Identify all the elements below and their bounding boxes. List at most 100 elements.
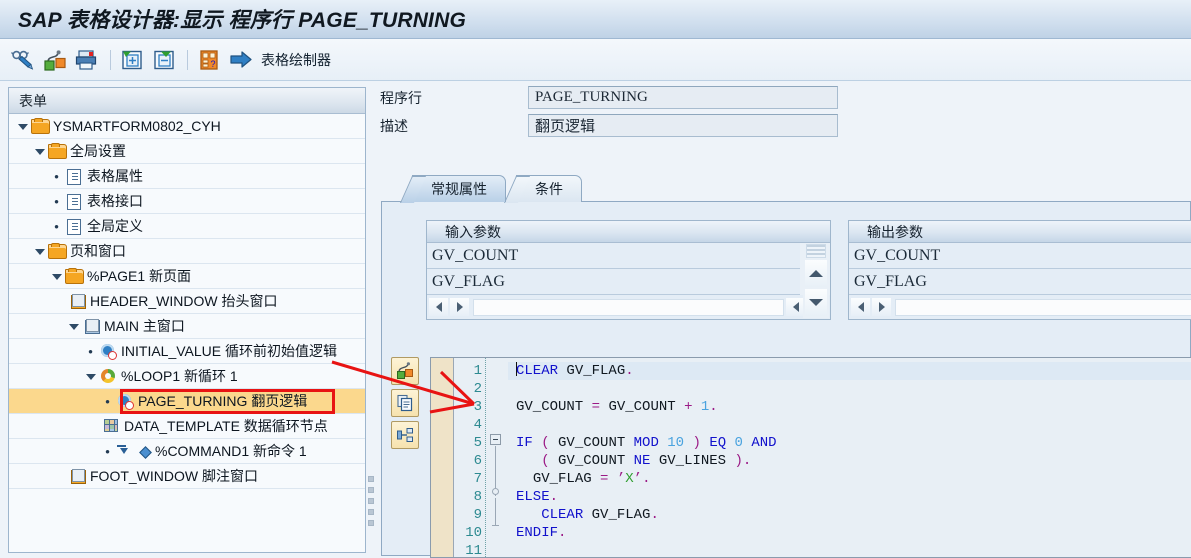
description-field[interactable]: 翻页逻辑 (528, 114, 838, 137)
toolbar-separator-2 (187, 49, 188, 70)
code-line[interactable]: CLEAR GV_FLAG. (508, 362, 1191, 380)
node-attributes-icon[interactable] (40, 45, 70, 75)
pretty-printer-icon[interactable] (391, 421, 419, 449)
input-parameters-hscroll[interactable] (427, 295, 830, 319)
editor-code-area[interactable]: CLEAR GV_FLAG. GV_COUNT = GV_COUNT + 1. … (508, 358, 1191, 557)
command-node-icon (138, 445, 151, 458)
display-change-icon[interactable] (8, 45, 38, 75)
code-line[interactable]: ENDIF. (508, 524, 1191, 542)
program-lines-row: 程序行 PAGE_TURNING (376, 85, 1191, 110)
abap-code-editor[interactable]: 1 2 3 4 5 6 7 8 9 10 11 CLEAR GV_FLAG. GV_COUNT = … (430, 357, 1191, 558)
tab-conditions[interactable]: 条件 (516, 175, 582, 202)
tree-item[interactable]: HEADER_WINDOW 抬头窗口 (9, 289, 365, 314)
chevron-down-icon[interactable] (17, 121, 28, 132)
form-painter-arrow-icon[interactable] (226, 45, 256, 75)
vscroll-grip[interactable] (806, 244, 826, 258)
code-line[interactable] (508, 416, 1191, 434)
tree-item-label: INITIAL_VALUE 循环前初始值逻辑 (121, 343, 338, 359)
folder-icon (65, 267, 84, 284)
leaf-bullet-icon[interactable]: • (51, 170, 62, 183)
hscroll-track[interactable] (895, 298, 1191, 316)
code-line[interactable] (508, 380, 1191, 398)
tree-item[interactable]: YSMARTFORM0802_CYH (9, 114, 365, 139)
tree-item-label: 全局设置 (70, 143, 126, 159)
form-painter-button[interactable]: 表格绘制器 (261, 50, 331, 70)
scroll-up-button[interactable] (805, 260, 827, 287)
input-parameter-row[interactable]: GV_COUNT (427, 243, 800, 269)
tree-item[interactable]: %PAGE1 新页面 (9, 264, 365, 289)
tree-item[interactable]: 页和窗口 (9, 239, 365, 264)
code-line[interactable]: GV_FLAG = ’X’. (508, 470, 1191, 488)
window-icon (68, 468, 86, 484)
tree-item[interactable]: DATA_TEMPLATE 数据循环节点 (9, 414, 365, 439)
fold-toggle-icon[interactable] (490, 434, 501, 445)
chevron-down-icon[interactable] (34, 146, 45, 157)
tree-item[interactable]: FOOT_WINDOW 脚注窗口 (9, 464, 365, 489)
line-number: 2 (473, 381, 482, 397)
line-number: 6 (473, 453, 482, 469)
description-row: 描述 翻页逻辑 (376, 113, 1191, 138)
program-lines-name-field[interactable]: PAGE_TURNING (528, 86, 838, 109)
code-line[interactable]: CLEAR GV_FLAG. (508, 506, 1191, 524)
chevron-down-icon[interactable] (51, 271, 62, 282)
code-line[interactable]: IF ( GV_COUNT MOD 10 ) EQ 0 AND (508, 434, 1191, 452)
chevron-down-icon[interactable] (34, 246, 45, 257)
tree-item[interactable]: • INITIAL_VALUE 循环前初始值逻辑 (9, 339, 365, 364)
tree-item-label: 页和窗口 (70, 243, 126, 259)
leaf-bullet-icon[interactable]: • (102, 395, 113, 408)
input-parameter-row[interactable]: GV_FLAG (427, 269, 800, 295)
tree-item[interactable]: • %COMMAND1 新命令 1 (9, 439, 365, 464)
command-arrow-icon (116, 444, 133, 459)
tree-item[interactable]: • 表格接口 (9, 189, 365, 214)
copy-icon[interactable] (391, 389, 419, 417)
node-details-panel: 程序行 PAGE_TURNING 描述 翻页逻辑 常规属性 条件 输入参数 GV… (376, 85, 1191, 558)
hscroll-track[interactable] (473, 298, 784, 316)
leaf-bullet-icon[interactable]: • (102, 445, 113, 458)
pattern-icon[interactable] (391, 357, 419, 385)
panel-splitter-handle[interactable] (368, 476, 376, 528)
tree-item[interactable]: • 表格属性 (9, 164, 365, 189)
editor-fold-column[interactable] (486, 358, 508, 557)
tree-item[interactable]: MAIN 主窗口 (9, 314, 365, 339)
line-number: 3 (473, 399, 482, 415)
code-line[interactable]: GV_COUNT = GV_COUNT + 1. (508, 398, 1191, 416)
tree-item[interactable]: 全局设置 (9, 139, 365, 164)
create-node-icon[interactable] (117, 45, 147, 75)
leaf-bullet-icon[interactable]: • (51, 220, 62, 233)
tree-header: 表单 (9, 88, 365, 114)
tab-general-attributes-label: 常规属性 (431, 181, 487, 197)
scroll-right-button[interactable] (872, 298, 891, 316)
code-line[interactable] (508, 542, 1191, 557)
scroll-left-button[interactable] (429, 298, 448, 316)
input-parameters-vscroll[interactable] (803, 243, 829, 318)
chevron-down-icon[interactable] (85, 371, 96, 382)
output-parameter-row[interactable]: GV_FLAG (849, 269, 1191, 295)
delete-node-icon[interactable] (149, 45, 179, 75)
tab-general-attributes[interactable]: 常规属性 (412, 175, 506, 202)
input-parameters-title: 输入参数 (427, 221, 830, 243)
tree-item-selected[interactable]: • PAGE_TURNING 翻页逻辑 (9, 389, 365, 414)
tree-item-label: YSMARTFORM0802_CYH (53, 118, 221, 134)
code-line[interactable]: ( GV_COUNT NE GV_LINES ). (508, 452, 1191, 470)
output-parameters-hscroll[interactable] (849, 295, 1191, 319)
tree-item[interactable]: %LOOP1 新循环 1 (9, 364, 365, 389)
scroll-down-button[interactable] (805, 289, 827, 316)
print-preview-icon[interactable] (72, 45, 102, 75)
output-parameter-row[interactable]: GV_COUNT (849, 243, 1191, 269)
tab-content-panel: 输入参数 GV_COUNT GV_FLAG 输出参数 GV_COUNT GV_F… (381, 201, 1191, 558)
tree-item-label: MAIN 主窗口 (104, 318, 185, 334)
leaf-bullet-icon[interactable]: • (51, 195, 62, 208)
program-lines-icon (116, 393, 134, 410)
folder-icon (48, 242, 67, 259)
scroll-right-button[interactable] (450, 298, 469, 316)
chevron-down-icon[interactable] (68, 321, 79, 332)
code-line[interactable]: ELSE. (508, 488, 1191, 506)
leaf-bullet-icon[interactable]: • (85, 345, 96, 358)
line-number: 7 (473, 471, 482, 487)
test-icon[interactable]: ? (194, 45, 224, 75)
tree-item-label: 全局定义 (87, 218, 143, 234)
tree-item-label: 表格属性 (87, 168, 143, 184)
scroll-left-button[interactable] (851, 298, 870, 316)
form-tree[interactable]: YSMARTFORM0802_CYH 全局设置 • 表格属性 • 表格接口 • 全局定义 页和窗… (9, 114, 365, 489)
tree-item[interactable]: • 全局定义 (9, 214, 365, 239)
